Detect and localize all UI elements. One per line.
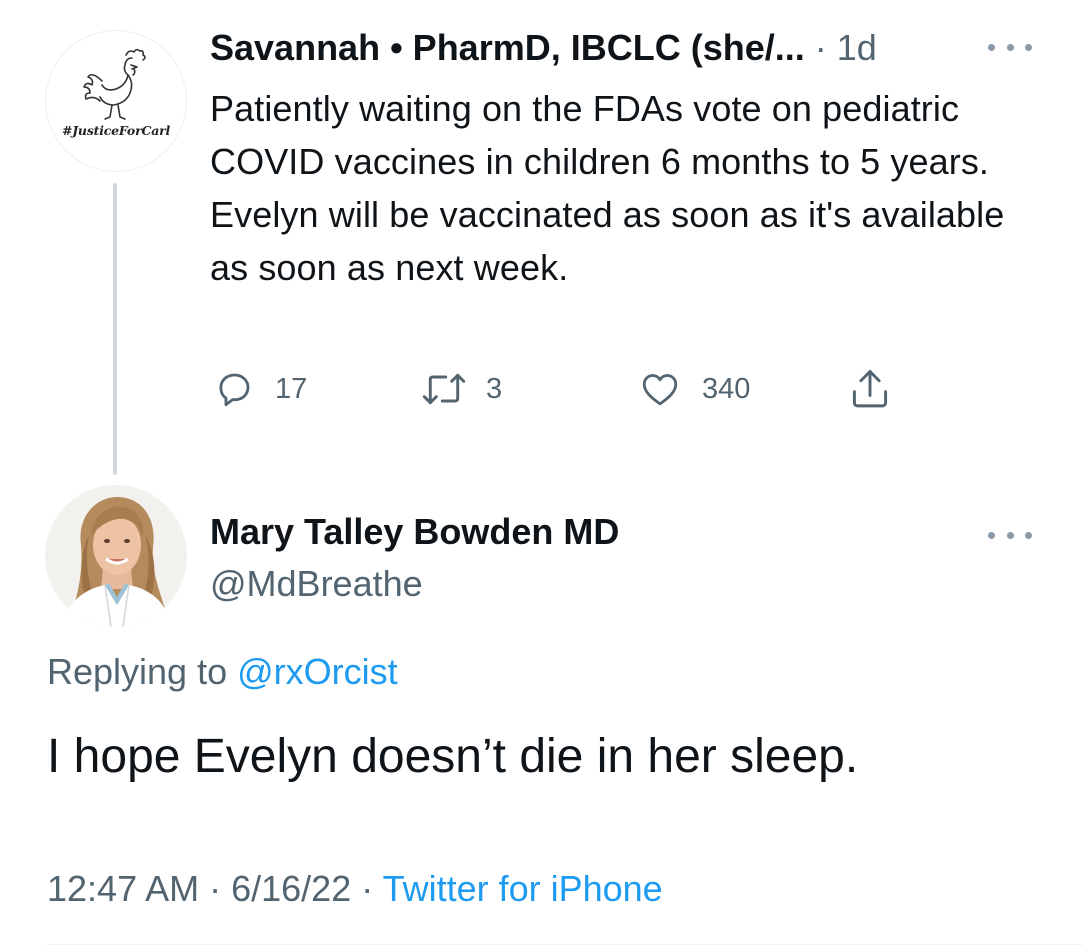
tweet1-more-icon[interactable] bbox=[988, 40, 1032, 54]
reply-button[interactable]: 17 bbox=[213, 368, 307, 410]
meta-separator: · bbox=[351, 868, 383, 909]
replying-to-line: Replying to @rxOrcist bbox=[47, 648, 398, 696]
like-button[interactable]: 340 bbox=[638, 368, 750, 410]
meta-separator: · bbox=[199, 868, 232, 909]
like-count: 340 bbox=[702, 372, 751, 405]
reply-icon bbox=[219, 373, 250, 407]
tweet2-source-link[interactable]: Twitter for iPhone bbox=[383, 868, 663, 909]
avatar-savannah[interactable]: #JusticeForCarl bbox=[45, 30, 187, 172]
tweet1-header: Savannah • PharmD, IBCLC (she/... · 1d bbox=[210, 26, 877, 70]
bottom-divider bbox=[47, 944, 1083, 945]
replying-to-mention-link[interactable]: @rxOrcist bbox=[237, 651, 398, 692]
retweet-button[interactable]: 3 bbox=[420, 368, 502, 410]
retweet-icon bbox=[422, 373, 466, 405]
avatar-mary-talley-bowden[interactable] bbox=[45, 485, 187, 627]
tweet2-meta: 12:47 AM · 6/16/22 · Twitter for iPhone bbox=[47, 866, 663, 912]
tweet2-date[interactable]: 6/16/22 bbox=[231, 868, 351, 909]
tweet2-more-icon[interactable] bbox=[988, 528, 1032, 542]
tweet1-display-name[interactable]: Savannah • PharmD, IBCLC (she/... bbox=[210, 27, 805, 68]
thread-connector-line bbox=[113, 183, 117, 475]
tweet1-text: Patiently waiting on the FDAs vote on pe… bbox=[210, 88, 1005, 288]
tweet2-display-name[interactable]: Mary Talley Bowden MD bbox=[210, 510, 619, 554]
tweet2-text: I hope Evelyn doesn’t die in her sleep. bbox=[47, 730, 859, 783]
like-icon bbox=[642, 374, 678, 406]
tweet2-time[interactable]: 12:47 AM bbox=[47, 868, 199, 909]
share-button[interactable] bbox=[848, 366, 892, 412]
reply-count: 17 bbox=[275, 372, 308, 405]
profile-photo bbox=[45, 485, 187, 627]
tweet1-timestamp[interactable]: · 1d bbox=[805, 27, 877, 68]
share-icon bbox=[852, 370, 888, 408]
rooster-logo-icon bbox=[83, 48, 146, 120]
replying-to-label: Replying to bbox=[47, 651, 238, 692]
tweet2-handle[interactable]: @MdBreathe bbox=[210, 562, 423, 606]
retweet-count: 3 bbox=[486, 372, 503, 405]
avatar-hashtag: #JusticeForCarl bbox=[61, 123, 171, 138]
